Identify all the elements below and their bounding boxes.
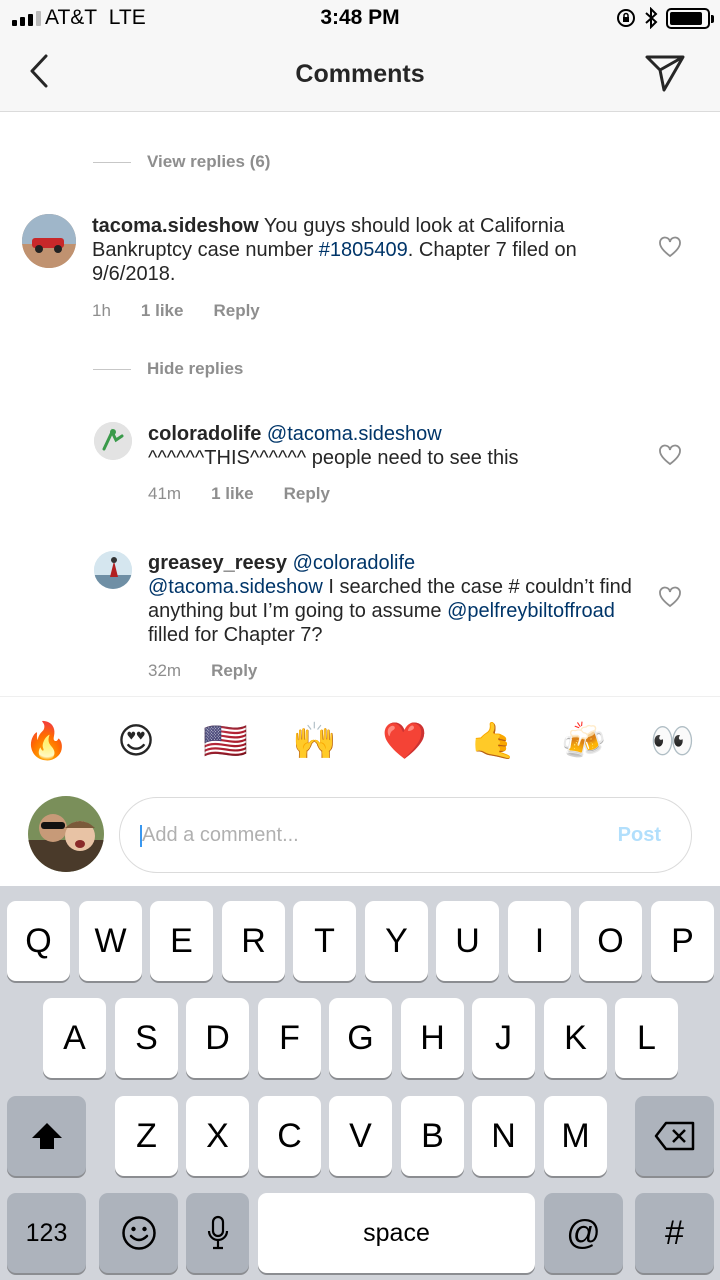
keyboard: Q W E R T Y U I O P A S D F G H J K L Z …: [0, 886, 720, 1280]
post-button[interactable]: Post: [618, 824, 661, 847]
emoji-quick-bar: 🔥 😍 🇺🇸 🙌 ❤️ 🤙 🍻 👀: [0, 696, 720, 790]
rotation-lock-icon: [617, 9, 635, 27]
comment-meta: 41m 1 like Reply: [148, 484, 330, 504]
avatar[interactable]: [94, 551, 132, 589]
beers-emoji-button[interactable]: 🍻: [561, 719, 606, 763]
us-flag-emoji-button[interactable]: 🇺🇸: [203, 719, 248, 763]
likes-count[interactable]: 1 like: [141, 301, 184, 321]
comment-text: tacoma.sideshow You guys should look at …: [92, 215, 577, 285]
reply-text: greasey_reesy @coloradolife @tacoma.sides…: [148, 552, 632, 646]
likes-count[interactable]: 1 like: [211, 484, 254, 504]
comment-username[interactable]: tacoma.sideshow: [92, 215, 259, 237]
key-u[interactable]: U: [436, 901, 499, 981]
key-j[interactable]: J: [472, 998, 535, 1078]
heart-eyes-emoji-button[interactable]: 😍: [114, 719, 158, 763]
key-m[interactable]: M: [544, 1096, 607, 1176]
key-h[interactable]: H: [401, 998, 464, 1078]
shift-key[interactable]: [7, 1096, 86, 1176]
clock: 3:48 PM: [320, 6, 400, 29]
comments-list[interactable]: View replies (6) tacoma.sideshow You guy…: [0, 112, 720, 696]
comment-meta: 1h 1 like Reply: [92, 301, 260, 321]
raised-hands-emoji-button[interactable]: 🙌: [292, 719, 337, 763]
hide-replies-button[interactable]: Hide replies: [93, 359, 243, 379]
key-p[interactable]: P: [651, 901, 714, 981]
key-q[interactable]: Q: [7, 901, 70, 981]
comment-time: 1h: [92, 301, 111, 320]
bluetooth-icon: [645, 7, 658, 29]
avatar: [28, 796, 104, 872]
key-e[interactable]: E: [150, 901, 213, 981]
battery-icon: [666, 7, 714, 29]
key-n[interactable]: N: [472, 1096, 535, 1176]
reply-text: coloradolife @tacoma.sideshow ^^^^^^THIS^…: [148, 423, 519, 469]
hashtag-link[interactable]: #1805409: [319, 239, 408, 261]
paper-plane-icon[interactable]: [644, 53, 686, 93]
heart-icon[interactable]: [658, 444, 682, 466]
key-s[interactable]: S: [115, 998, 178, 1078]
status-bar: AT&T LTE 3:48 PM: [0, 0, 720, 38]
mention-link[interactable]: @tacoma.sideshow: [267, 423, 442, 445]
comment-time: 32m: [148, 661, 182, 680]
reply-button[interactable]: Reply: [211, 661, 257, 681]
key-f[interactable]: F: [258, 998, 321, 1078]
eyes-emoji-button[interactable]: 👀: [650, 719, 695, 763]
key-i[interactable]: I: [508, 901, 571, 981]
emoji-key[interactable]: [99, 1193, 178, 1273]
key-a[interactable]: A: [43, 998, 106, 1078]
key-b[interactable]: B: [401, 1096, 464, 1176]
mention-link[interactable]: @tacoma.sideshow: [148, 576, 323, 598]
dictation-key[interactable]: [186, 1193, 249, 1273]
shift-arrow-icon: [31, 1123, 62, 1149]
key-v[interactable]: V: [329, 1096, 392, 1176]
microphone-icon: [207, 1215, 228, 1250]
comment-username[interactable]: coloradolife: [148, 423, 261, 445]
page-title: Comments: [295, 60, 425, 88]
hash-key[interactable]: #: [635, 1193, 714, 1273]
comment-meta: 32m Reply: [148, 661, 257, 681]
comment-composer: Add a comment... Post: [0, 790, 720, 886]
smiley-icon: [121, 1216, 156, 1250]
key-y[interactable]: Y: [365, 901, 428, 981]
space-key[interactable]: space: [258, 1193, 535, 1273]
key-w[interactable]: W: [79, 901, 142, 981]
key-l[interactable]: L: [615, 998, 678, 1078]
key-c[interactable]: C: [258, 1096, 321, 1176]
red-heart-emoji-button[interactable]: ❤️: [382, 719, 427, 763]
comment-time: 41m: [148, 484, 182, 503]
key-k[interactable]: K: [544, 998, 607, 1078]
key-r[interactable]: R: [222, 901, 285, 981]
mention-link[interactable]: @pelfreybiltoffroad: [447, 600, 615, 622]
key-o[interactable]: O: [579, 901, 642, 981]
heart-icon[interactable]: [658, 236, 682, 258]
key-t[interactable]: T: [293, 901, 356, 981]
delete-key[interactable]: [635, 1096, 714, 1176]
avatar[interactable]: [94, 422, 132, 460]
call-me-hand-emoji-button[interactable]: 🤙: [471, 719, 516, 763]
at-key[interactable]: @: [544, 1193, 623, 1273]
reply-button[interactable]: Reply: [284, 484, 330, 504]
key-d[interactable]: D: [186, 998, 249, 1078]
avatar[interactable]: [22, 214, 76, 268]
key-g[interactable]: G: [329, 998, 392, 1078]
reply-button[interactable]: Reply: [213, 301, 259, 321]
comment-input[interactable]: Add a comment... Post: [119, 797, 692, 873]
nav-bar: Comments: [0, 38, 720, 112]
mention-link[interactable]: @coloradolife: [293, 552, 416, 574]
comment-input-placeholder: Add a comment...: [142, 824, 299, 846]
numbers-key[interactable]: 123: [7, 1193, 86, 1273]
fire-emoji-button[interactable]: 🔥: [24, 719, 69, 763]
comment-username[interactable]: greasey_reesy: [148, 552, 287, 574]
heart-icon[interactable]: [658, 586, 682, 608]
key-z[interactable]: Z: [115, 1096, 178, 1176]
key-x[interactable]: X: [186, 1096, 249, 1176]
backspace-icon: [654, 1121, 694, 1151]
view-replies-button[interactable]: View replies (6): [93, 152, 270, 172]
